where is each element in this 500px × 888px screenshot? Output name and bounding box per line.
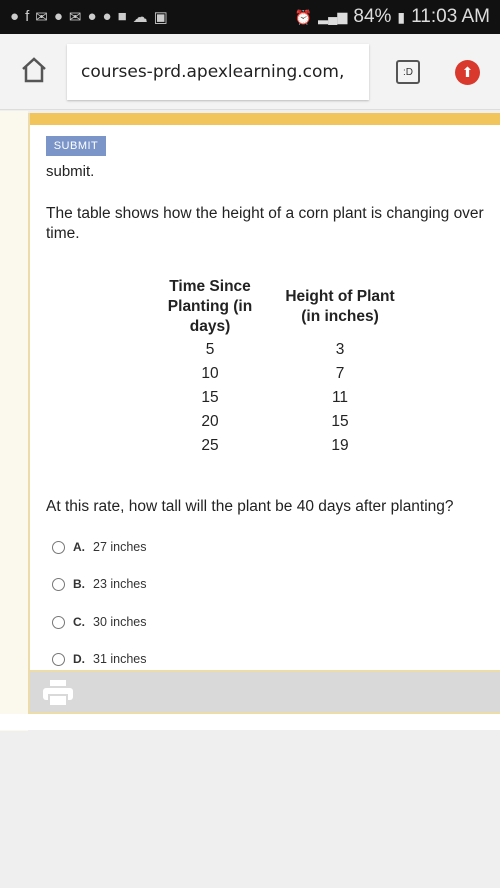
- cell: 10: [201, 365, 219, 382]
- option-c[interactable]: C. 30 inches: [52, 615, 147, 629]
- radio-button[interactable]: [52, 577, 65, 591]
- option-b[interactable]: B. 23 inches: [52, 577, 147, 591]
- clock: 11:03 AM: [411, 6, 490, 27]
- cell: 25: [201, 437, 219, 454]
- option-letter: A.: [73, 540, 85, 554]
- tabs-button[interactable]: :D: [396, 60, 420, 84]
- weather-icon: ☁: [132, 9, 148, 26]
- table-row: 15 11: [155, 386, 415, 410]
- table-row: 53: [155, 338, 415, 362]
- option-text: 23 inches: [93, 577, 147, 591]
- cut-text: submit.: [46, 163, 95, 180]
- data-table: Time Since Planting (in days) Height of …: [155, 276, 415, 458]
- option-text: 30 inches: [93, 615, 147, 629]
- mail-icon: ✉: [68, 9, 82, 26]
- cell: 11: [331, 389, 349, 406]
- radio-button[interactable]: [52, 615, 65, 629]
- alarm-icon: ⏰: [294, 8, 313, 25]
- messenger-icon: ●: [53, 8, 63, 25]
- option-d[interactable]: D. 31 inches: [52, 652, 147, 666]
- page-margin: [0, 111, 28, 731]
- question-panel: SUBMIT submit. The table shows how the h…: [28, 113, 500, 714]
- radio-button[interactable]: [52, 652, 65, 666]
- notification-icons: ● f ✉ ● ✉ ● ● ■ ☁ ▣: [10, 8, 168, 26]
- option-letter: D.: [73, 652, 85, 666]
- cell: 15: [331, 413, 349, 430]
- header-height: Height of Plant (in inches): [285, 288, 395, 325]
- header-time: Time Since Planting (in days): [167, 278, 253, 335]
- messenger-icon: ●: [102, 8, 112, 25]
- home-icon[interactable]: [20, 56, 48, 84]
- table-row: 25 19: [155, 434, 415, 458]
- option-text: 31 inches: [93, 652, 147, 666]
- page-bottom: [0, 714, 500, 730]
- printer-icon[interactable]: [43, 680, 73, 706]
- mail-icon: ✉: [35, 9, 48, 26]
- option-a[interactable]: A. 27 inches: [52, 540, 147, 554]
- question-text: At this rate, how tall will the plant be…: [46, 498, 454, 515]
- status-bar: ● f ✉ ● ✉ ● ● ■ ☁ ▣ ⏰ ▂▄▆ 84% ▮ 11:03 AM: [0, 0, 500, 34]
- signal-icon: ▂▄▆: [318, 9, 348, 24]
- cell: 20: [201, 413, 219, 430]
- cell: 7: [335, 365, 345, 382]
- facebook-icon: f: [25, 8, 30, 25]
- messenger-icon: ●: [87, 8, 97, 25]
- table-row: 10 7: [155, 362, 415, 386]
- cell: 19: [331, 437, 349, 454]
- footer-bar: [30, 670, 500, 712]
- cell: 15: [201, 389, 219, 406]
- option-text: 27 inches: [93, 540, 147, 554]
- option-letter: C.: [73, 615, 85, 629]
- question-intro: The table shows how the height of a corn…: [46, 205, 484, 242]
- cell: 3: [335, 341, 345, 358]
- image-icon: ▣: [153, 9, 168, 26]
- battery-icon: ▮: [397, 8, 406, 25]
- cell: 5: [205, 341, 215, 358]
- option-letter: B.: [73, 577, 85, 591]
- browser-toolbar: courses-prd.apexlearning.com, :D ⬆: [0, 34, 500, 110]
- battery-percent: 84%: [353, 6, 392, 27]
- radio-button[interactable]: [52, 540, 65, 554]
- b-icon: ■: [117, 8, 127, 25]
- update-icon[interactable]: ⬆: [455, 60, 480, 85]
- url-bar[interactable]: courses-prd.apexlearning.com,: [67, 44, 369, 100]
- chat-icon: ●: [10, 8, 20, 25]
- table-row: 20 15: [155, 410, 415, 434]
- header-bar: [30, 113, 500, 125]
- submit-button[interactable]: SUBMIT: [46, 136, 106, 156]
